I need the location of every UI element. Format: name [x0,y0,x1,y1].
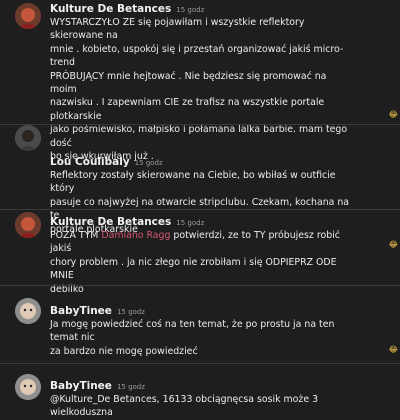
comment-text: WYSTARCZYŁO ZE się pojawiłam i wszystkie… [50,17,348,163]
comment-author[interactable]: Kulture De Betances 15 godz [50,3,204,15]
divider [0,209,400,210]
comment-time: 15 godz [176,219,205,227]
comment-thread: Kulture De Betances 15 godz WYSTARCZYŁO Z… [0,0,400,418]
reaction-icon[interactable]: 😂 [389,345,398,354]
comment-time: 15 godz [116,383,145,391]
avatar[interactable] [15,125,41,151]
comment-author[interactable]: BabyTinee 15 godz [50,380,145,392]
comment-time: 15 godz [116,308,145,316]
avatar[interactable] [15,374,41,400]
comment-author[interactable]: BabyTinee 15 godz [50,305,145,317]
comment-time: 15 godz [176,6,205,14]
user-mention-link[interactable]: Damiano Ragg [101,230,170,241]
comment-text: @Kulture_De Betances, 16133 obciągnęcsa … [50,394,319,419]
avatar[interactable] [15,3,41,29]
comment-author[interactable]: Lou Coulibaly 15 godz [50,156,163,168]
reaction-icon[interactable]: 😂 [389,240,398,249]
comment-author[interactable]: Kulture De Betances 15 godz [50,216,204,228]
comment-text: Ja mogę powiedzieć coś na ten temat, że … [50,319,335,357]
divider [0,285,400,286]
divider [0,124,400,125]
reaction-icon[interactable]: 😂 [389,110,398,119]
comment-time: 15 godz [134,159,163,167]
avatar[interactable] [15,298,41,324]
divider [0,363,400,364]
avatar[interactable] [15,212,41,238]
